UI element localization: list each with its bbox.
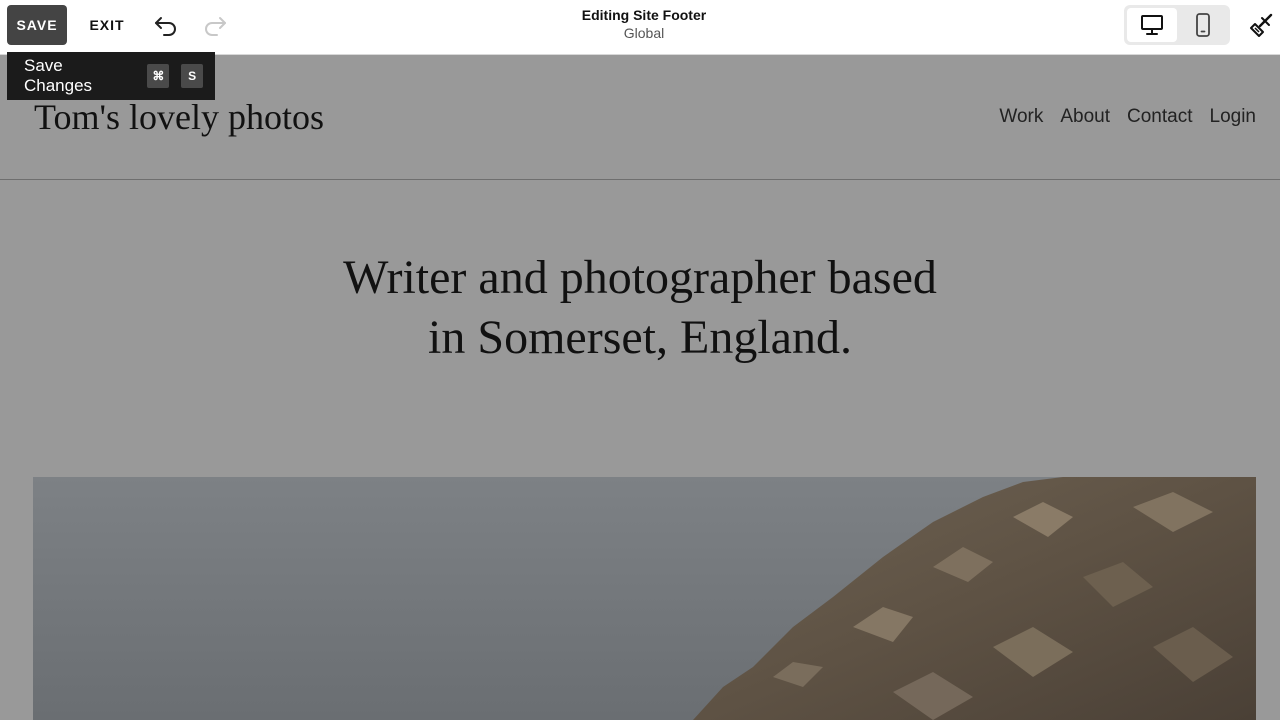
site-title[interactable]: Tom's lovely photos	[34, 96, 324, 138]
editing-title-scope: Global	[623, 25, 665, 41]
command-key: ⌘	[147, 64, 170, 88]
save-changes-tooltip: Save Changes ⌘ S	[7, 52, 215, 100]
hero-heading: Writer and photographer based in Somerse…	[300, 248, 980, 368]
mobile-view-button[interactable]	[1179, 8, 1227, 42]
paintbrush-icon	[1250, 13, 1273, 37]
desktop-icon	[1141, 15, 1163, 35]
mobile-icon	[1196, 13, 1210, 37]
hero-line-1: Writer and photographer based	[343, 251, 937, 304]
hero-photo	[33, 477, 1256, 720]
header-divider	[0, 179, 1280, 180]
rocky-hill-image	[33, 477, 1256, 720]
site-styles-button[interactable]	[1246, 9, 1278, 41]
undo-icon[interactable]	[152, 10, 180, 38]
hero-line-2: in Somerset, England.	[428, 311, 852, 364]
site-navigation: Work About Contact Login	[999, 106, 1256, 128]
redo-icon[interactable]	[201, 10, 229, 38]
save-button[interactable]: SAVE	[7, 5, 67, 45]
nav-link-about[interactable]: About	[1060, 106, 1110, 128]
nav-link-work[interactable]: Work	[999, 106, 1043, 128]
editing-title: Editing Site Footer Global	[520, 6, 768, 42]
desktop-view-button[interactable]	[1127, 8, 1177, 42]
nav-link-contact[interactable]: Contact	[1127, 106, 1192, 128]
nav-link-login[interactable]: Login	[1210, 106, 1257, 128]
editor-toolbar: SAVE EXIT Editing Site Footer Global	[0, 0, 1280, 55]
s-key: S	[181, 64, 203, 88]
device-view-toggle	[1124, 5, 1230, 45]
editing-title-main: Editing Site Footer	[581, 7, 707, 23]
tooltip-label: Save Changes	[24, 56, 93, 95]
exit-button[interactable]: EXIT	[80, 5, 134, 45]
